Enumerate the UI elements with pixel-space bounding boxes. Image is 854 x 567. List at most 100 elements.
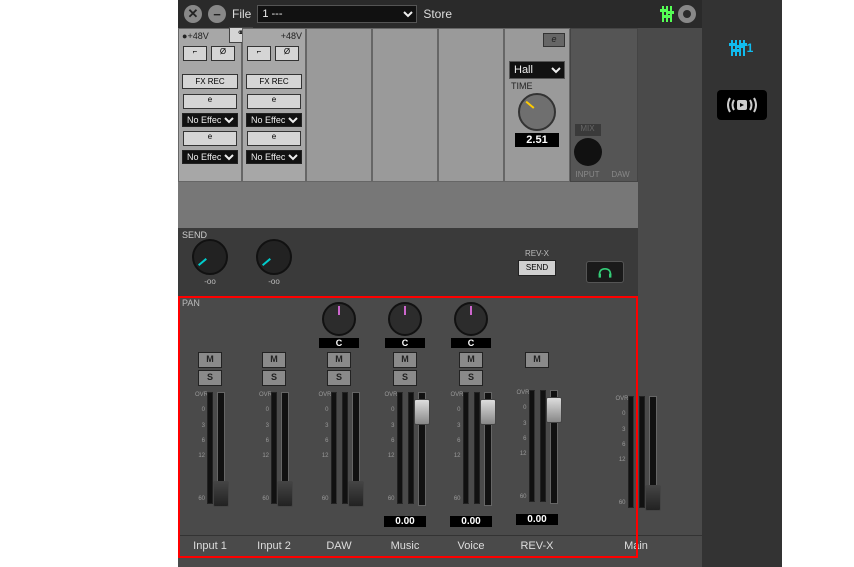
pan-knob[interactable] bbox=[454, 302, 488, 336]
channel-label: DAW bbox=[306, 535, 372, 556]
effect1-select[interactable]: No Effect bbox=[246, 113, 302, 127]
level-meter bbox=[408, 392, 414, 504]
revx-type-select[interactable]: Hall bbox=[509, 61, 565, 79]
mixer-icon[interactable] bbox=[662, 6, 672, 22]
daw-label: DAW bbox=[611, 170, 629, 179]
mute-button[interactable]: M bbox=[393, 352, 417, 368]
fader-value: 0.00 bbox=[384, 516, 426, 527]
scene-icon[interactable]: 1 bbox=[702, 40, 782, 56]
level-meter bbox=[529, 390, 535, 502]
close-icon[interactable]: ✕ bbox=[184, 5, 202, 23]
send-value-1: -oo bbox=[204, 277, 216, 286]
revx-time-label: TIME bbox=[505, 81, 569, 91]
fader[interactable] bbox=[484, 392, 492, 506]
send-value-2: -oo bbox=[268, 277, 280, 286]
fxrec-button[interactable]: FX REC bbox=[182, 74, 238, 89]
level-meter bbox=[463, 392, 469, 504]
input1-strip: ●+48V ⌐ Ø FX REC e No Effect e bbox=[178, 28, 242, 182]
channel-label: Input 2 bbox=[242, 535, 306, 556]
channel-label: Voice bbox=[438, 535, 504, 556]
revx-label: REV-X bbox=[525, 249, 549, 258]
fx2-edit-button[interactable]: e bbox=[183, 131, 237, 146]
revx-panel: e Hall TIME 2.51 bbox=[504, 28, 570, 182]
solo-button[interactable]: S bbox=[459, 370, 483, 386]
fader[interactable] bbox=[550, 390, 558, 504]
phantom-button[interactable]: +48V bbox=[281, 31, 302, 41]
solo-button[interactable]: S bbox=[262, 370, 286, 386]
pan-value: C bbox=[385, 338, 425, 348]
revx-edit-button[interactable]: e bbox=[543, 33, 565, 47]
mix-knob[interactable] bbox=[574, 138, 602, 166]
fx-edit-button[interactable]: e bbox=[183, 94, 237, 109]
level-meter bbox=[397, 392, 403, 504]
daw-strip-top bbox=[306, 28, 372, 182]
pan-knob[interactable] bbox=[322, 302, 356, 336]
monitor-panel: MIX INPUT DAW bbox=[570, 28, 638, 182]
mute-button[interactable]: M bbox=[459, 352, 483, 368]
pan-value: C bbox=[451, 338, 491, 348]
solo-button[interactable]: S bbox=[327, 370, 351, 386]
fader[interactable] bbox=[281, 392, 289, 506]
minimize-icon[interactable]: − bbox=[208, 5, 226, 23]
revx-time-value: 2.51 bbox=[515, 133, 559, 147]
fx-edit-button[interactable]: e bbox=[247, 94, 301, 109]
gear-icon[interactable] bbox=[678, 5, 696, 23]
music-strip-top bbox=[372, 28, 438, 182]
send-knob-2[interactable] bbox=[256, 239, 292, 275]
pan-value: C bbox=[319, 338, 359, 348]
revx-send-button[interactable]: SEND bbox=[518, 260, 556, 276]
channel-daw: C M S OVR0361260 bbox=[306, 296, 372, 556]
header-bar: ✕ − File 1 --- Store bbox=[178, 0, 702, 28]
level-meter bbox=[474, 392, 480, 504]
mute-button[interactable]: M bbox=[525, 352, 549, 368]
level-meter bbox=[540, 390, 546, 502]
fader[interactable] bbox=[217, 392, 225, 506]
mix-button[interactable]: MIX bbox=[575, 124, 601, 136]
send-row: SEND -oo -oo REV-X SEND bbox=[178, 228, 638, 296]
side-panel: 1 bbox=[702, 0, 782, 567]
fxrec-button[interactable]: FX REC bbox=[246, 74, 302, 89]
channel-label: REV-X bbox=[504, 535, 570, 556]
channel-label: Music bbox=[372, 535, 438, 556]
channel-voice: C M S OVR0361260 bbox=[438, 296, 504, 556]
spacer-band bbox=[178, 182, 638, 228]
mute-button[interactable]: M bbox=[327, 352, 351, 368]
phantom-button[interactable]: ●+48V bbox=[182, 31, 209, 41]
effect2-select[interactable]: No Effect bbox=[182, 150, 238, 164]
revx-time-knob[interactable] bbox=[518, 93, 556, 131]
level-meter bbox=[639, 396, 645, 508]
headphone-button[interactable] bbox=[586, 261, 624, 283]
store-button[interactable]: Store bbox=[423, 7, 452, 21]
fx2-edit-button[interactable]: e bbox=[247, 131, 301, 146]
level-meter bbox=[628, 396, 634, 508]
send-knob-1[interactable] bbox=[192, 239, 228, 275]
effect2-select[interactable]: No Effect bbox=[246, 150, 302, 164]
level-meter bbox=[342, 392, 348, 504]
channel-label: Input 1 bbox=[178, 535, 242, 556]
channel-revx: M OVR0361260 0.00 REV-X bbox=[504, 296, 570, 556]
phase-button[interactable]: Ø bbox=[211, 46, 235, 61]
channel-input2: M S OVR0361260 Input 2 bbox=[242, 296, 306, 556]
fader[interactable] bbox=[649, 396, 657, 510]
solo-button[interactable]: S bbox=[393, 370, 417, 386]
channel-input1: M S OVR0361260 Input 1 bbox=[178, 296, 242, 556]
hpf-button[interactable]: ⌐ bbox=[247, 46, 271, 61]
channel-label: Main bbox=[570, 535, 702, 556]
fader-value: 0.00 bbox=[450, 516, 492, 527]
file-select[interactable]: 1 --- bbox=[257, 5, 417, 23]
channel-music: C M S OVR0361260 bbox=[372, 296, 438, 556]
phase-button[interactable]: Ø bbox=[275, 46, 299, 61]
pan-knob[interactable] bbox=[388, 302, 422, 336]
mute-button[interactable]: M bbox=[198, 352, 222, 368]
level-meter bbox=[331, 392, 337, 504]
voice-strip-top bbox=[438, 28, 504, 182]
solo-button[interactable]: S bbox=[198, 370, 222, 386]
effect1-select[interactable]: No Effect bbox=[182, 113, 238, 127]
input-label: INPUT bbox=[576, 170, 600, 179]
livecast-icon[interactable] bbox=[717, 90, 767, 120]
fader[interactable] bbox=[418, 392, 426, 506]
pan-fader-section: PAN M S OVR0361260 bbox=[178, 296, 702, 567]
mute-button[interactable]: M bbox=[262, 352, 286, 368]
fader[interactable] bbox=[352, 392, 360, 506]
hpf-button[interactable]: ⌐ bbox=[183, 46, 207, 61]
